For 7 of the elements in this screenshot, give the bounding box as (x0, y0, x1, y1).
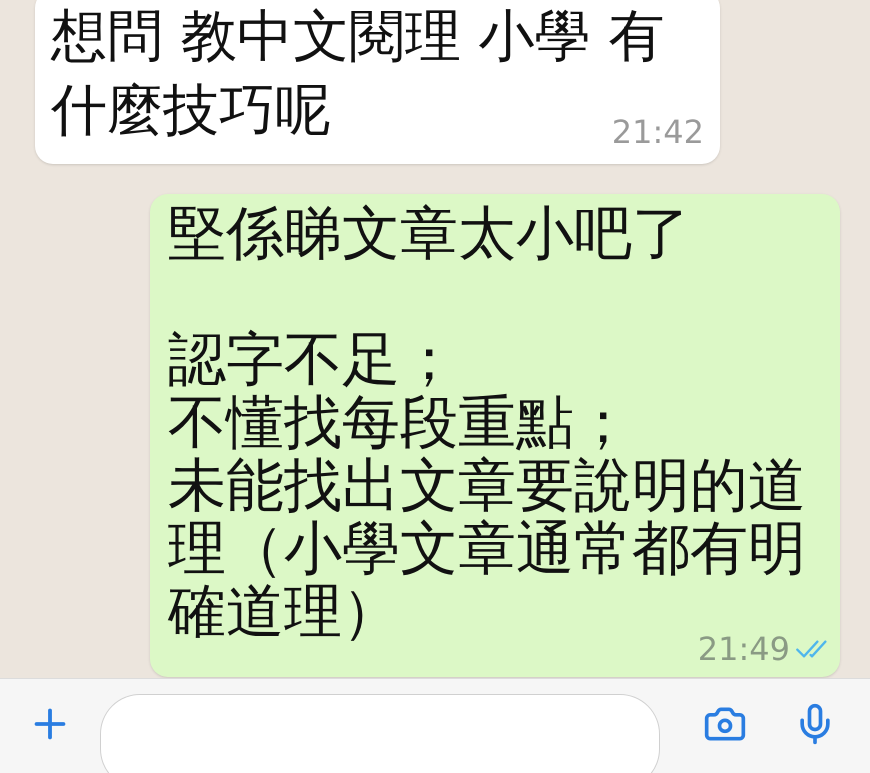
message-text: 堅係睇文章太小吧了 (168, 202, 690, 265)
message-text: 什麼技巧呢 (51, 77, 331, 145)
message-text: 想問 教中文閱理 小學 有 (51, 3, 664, 71)
message-text: 不懂找每段重點； (168, 391, 632, 454)
message-input-field[interactable] (100, 694, 660, 773)
message-text: 認字不足； (168, 328, 458, 391)
message-time: 21:42 (612, 112, 704, 152)
